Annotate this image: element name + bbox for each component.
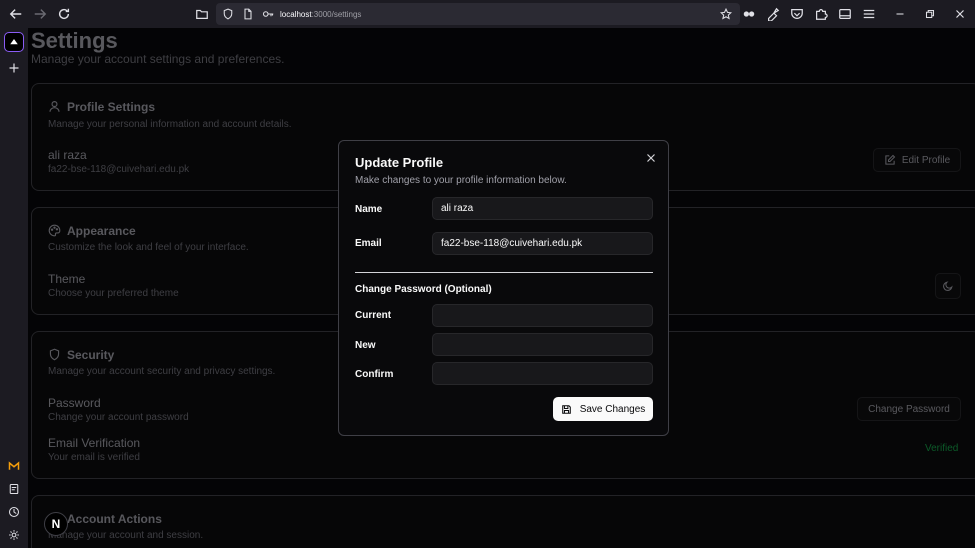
browser-toolbar: localhost:3000/settings [0,0,975,28]
bookmark-star-icon[interactable] [720,8,732,20]
page-icon [242,8,254,20]
close-icon[interactable] [644,151,658,165]
confirm-password-input[interactable] [432,362,653,385]
dialog-title: Update Profile [355,155,444,170]
current-password-input[interactable] [432,304,653,327]
key-icon [262,8,274,20]
url-bar[interactable]: localhost:3000/settings [216,3,740,25]
name-input[interactable] [432,197,653,220]
shield-icon [222,8,234,20]
reload-icon[interactable] [52,2,76,26]
folder-icon[interactable] [190,2,214,26]
close-window-icon[interactable] [948,2,972,26]
new-password-input[interactable] [432,333,653,356]
back-icon[interactable] [4,2,28,26]
nextjs-dev-badge[interactable]: N [44,512,68,536]
settings-gear-icon[interactable] [4,525,24,545]
saved-icon[interactable] [4,479,24,499]
sidebar-app-active[interactable] [4,32,24,52]
update-profile-dialog: Update Profile Make changes to your prof… [338,140,669,436]
save-icon [561,404,571,414]
menu-icon[interactable] [857,2,881,26]
triangle-up-icon [10,39,18,45]
pocket-icon[interactable] [785,2,809,26]
extension-brush-icon[interactable] [761,2,785,26]
sidebar-add-icon[interactable] [4,58,24,78]
url-text: localhost:3000/settings [280,10,361,19]
sidebar-toggle-icon[interactable] [833,2,857,26]
restore-icon[interactable] [918,2,942,26]
save-changes-label: Save Changes [579,403,646,415]
new-password-label: New [355,340,376,351]
email-input[interactable] [432,232,653,255]
confirm-password-label: Confirm [355,369,394,380]
url-host: localhost [280,9,312,19]
change-password-section-title: Change Password (Optional) [355,284,492,295]
forward-icon[interactable] [28,2,52,26]
extensions-puzzle-icon[interactable] [809,2,833,26]
gmail-icon[interactable] [4,456,24,476]
current-password-label: Current [355,310,392,321]
browser-sidebar [0,28,28,548]
history-icon[interactable] [4,502,24,522]
email-label: Email [355,238,382,249]
dialog-subtitle: Make changes to your profile information… [355,175,567,186]
extension-mask-icon[interactable] [737,2,761,26]
save-changes-button[interactable]: Save Changes [553,397,653,421]
url-path: :3000/settings [311,9,362,19]
name-label: Name [355,204,383,215]
section-divider [355,272,653,273]
minimize-icon[interactable] [888,2,912,26]
